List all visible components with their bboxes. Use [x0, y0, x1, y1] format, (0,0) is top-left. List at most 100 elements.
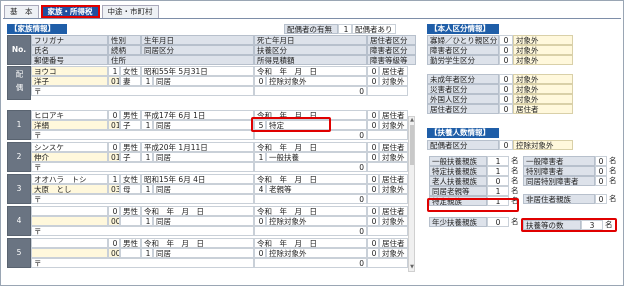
spouse-kana[interactable]: ヨウコ	[31, 66, 108, 76]
member-3-dep-code[interactable]: 4	[254, 184, 266, 194]
tab-basic[interactable]: 基 本	[4, 5, 39, 18]
member-3-cohab-code[interactable]: 1	[141, 184, 153, 194]
self-item-code[interactable]: 0	[499, 94, 513, 104]
member-4-kana[interactable]	[31, 206, 108, 216]
member-2-birthdate[interactable]: 平成20年 1月11日	[141, 142, 254, 152]
scroll-thumb[interactable]	[410, 125, 414, 165]
spouse-cohab-code[interactable]: 1	[141, 76, 153, 86]
spouse-birthdate[interactable]: 昭和55年 5月31日	[141, 66, 254, 76]
spouse-presence-code[interactable]: 1	[338, 24, 352, 34]
member-5-cohab-code[interactable]: 1	[141, 248, 153, 258]
dependent-disability-value[interactable]: 0	[595, 194, 607, 204]
member-1-res-code[interactable]: 0	[367, 110, 379, 120]
self-item-code[interactable]: 0	[499, 55, 513, 65]
spouse-name[interactable]: 洋子	[31, 76, 108, 86]
dependent-count-value[interactable]: 1	[487, 186, 509, 196]
member-3-name[interactable]: 大原 とし	[31, 184, 108, 194]
member-4-name[interactable]	[31, 216, 108, 226]
member-2-rel-code[interactable]: 01	[108, 152, 120, 162]
family-scrollbar[interactable]: ▲ ▼	[408, 116, 415, 272]
spouse-rel-code[interactable]: 01	[108, 76, 120, 86]
member-3-death-date[interactable]: 令和 年 月 日	[254, 174, 367, 184]
member-2-res-code[interactable]: 0	[367, 142, 379, 152]
dependent-count-value[interactable]: 0	[487, 217, 509, 227]
member-2-income[interactable]: 0	[254, 162, 367, 172]
member-4-income[interactable]: 0	[254, 226, 367, 236]
self-item-code[interactable]: 0	[499, 45, 513, 55]
spouse-death-date[interactable]: 令和 年 月 日	[254, 66, 367, 76]
member-2-death-date[interactable]: 令和 年 月 日	[254, 142, 367, 152]
spouse-dis-code[interactable]: 0	[367, 76, 379, 86]
tab-midyear-municipal[interactable]: 中途・市町村	[101, 5, 159, 18]
spouse-sex-code[interactable]: 1	[108, 66, 120, 76]
member-5-zip-address[interactable]: 〒	[31, 258, 254, 268]
member-1-zip-address[interactable]: 〒	[31, 130, 254, 140]
member-5-rel-code[interactable]: 00	[108, 248, 120, 258]
self-item-code[interactable]: 0	[499, 74, 513, 84]
member-5-birthdate[interactable]: 令和 年 月 日	[141, 238, 254, 248]
member-2-zip-address[interactable]: 〒	[31, 162, 254, 172]
member-4-birthdate[interactable]: 令和 年 月 日	[141, 206, 254, 216]
member-5-death-date[interactable]: 令和 年 月 日	[254, 238, 367, 248]
spouse-dep-code[interactable]: 0	[254, 76, 266, 86]
dependent-disability-value[interactable]: 0	[595, 156, 607, 166]
dependent-disability-value[interactable]: 0	[595, 166, 607, 176]
member-1-cohab-code[interactable]: 1	[141, 120, 153, 130]
member-3-sex-code[interactable]: 1	[108, 174, 120, 184]
member-3-grade[interactable]	[367, 194, 408, 204]
member-5-income[interactable]: 0	[254, 258, 367, 268]
member-5-res-code[interactable]: 0	[367, 238, 379, 248]
member-4-rel-code[interactable]: 00	[108, 216, 120, 226]
member-1-dis-code[interactable]: 0	[367, 120, 379, 130]
member-2-name[interactable]: 伸介	[31, 152, 108, 162]
member-4-grade[interactable]	[367, 226, 408, 236]
member-2-cohab-code[interactable]: 1	[141, 152, 153, 162]
member-5-kana[interactable]	[31, 238, 108, 248]
self-item-code[interactable]: 0	[499, 84, 513, 94]
member-2-dis-code[interactable]: 0	[367, 152, 379, 162]
member-4-cohab-code[interactable]: 1	[141, 216, 153, 226]
member-4-sex-code[interactable]: 0	[108, 206, 120, 216]
dependent-count-value[interactable]: 0	[487, 176, 509, 186]
member-1-birthdate[interactable]: 平成17年 6月 1日	[141, 110, 254, 120]
member-1-name[interactable]: 洋絹	[31, 120, 108, 130]
member-4-zip-address[interactable]: 〒	[31, 226, 254, 236]
member-5-sex-code[interactable]: 0	[108, 238, 120, 248]
member-2-grade[interactable]	[367, 162, 408, 172]
member-3-kana[interactable]: オオハラ トシ	[31, 174, 108, 184]
member-3-res-code[interactable]: 0	[367, 174, 379, 184]
dependent-count-value[interactable]: 1	[487, 166, 509, 176]
spouse-zip-address[interactable]: 〒	[31, 86, 254, 96]
spouse-income[interactable]: 0	[254, 86, 367, 96]
tab-family-income-tax[interactable]: 家族・所得税	[40, 5, 100, 18]
member-5-grade[interactable]	[367, 258, 408, 268]
member-1-kana[interactable]: ヒロアキ	[31, 110, 108, 120]
spouse-type-code[interactable]: 0	[499, 140, 513, 150]
member-4-death-date[interactable]: 令和 年 月 日	[254, 206, 367, 216]
member-2-kana[interactable]: シンスケ	[31, 142, 108, 152]
scroll-down-icon[interactable]: ▼	[409, 264, 415, 271]
member-1-grade[interactable]	[367, 130, 408, 140]
member-5-dis-code[interactable]: 0	[367, 248, 379, 258]
spouse-res-code[interactable]: 0	[367, 66, 379, 76]
spouse-grade[interactable]	[367, 86, 408, 96]
member-5-dep-code[interactable]: 0	[254, 248, 266, 258]
member-3-income[interactable]: 0	[254, 194, 367, 204]
member-3-zip-address[interactable]: 〒	[31, 194, 254, 204]
member-2-dep-code[interactable]: 1	[254, 152, 266, 162]
member-4-dep-code[interactable]: 0	[254, 216, 266, 226]
member-4-res-code[interactable]: 0	[367, 206, 379, 216]
scroll-up-icon[interactable]: ▲	[409, 117, 415, 124]
self-item-code[interactable]: 0	[499, 35, 513, 45]
member-3-rel-code[interactable]: 03	[108, 184, 120, 194]
member-3-dis-code[interactable]: 0	[367, 184, 379, 194]
dependent-disability-value[interactable]: 0	[595, 176, 607, 186]
dependent-count-value[interactable]: 1	[487, 156, 509, 166]
member-2-sex-code[interactable]: 0	[108, 142, 120, 152]
member-5-name[interactable]	[31, 248, 108, 258]
member-4-dis-code[interactable]: 0	[367, 216, 379, 226]
member-1-sex-code[interactable]: 0	[108, 110, 120, 120]
self-item-code[interactable]: 0	[499, 104, 513, 114]
member-3-birthdate[interactable]: 昭和15年 6月 4日	[141, 174, 254, 184]
member-1-rel-code[interactable]: 01	[108, 120, 120, 130]
